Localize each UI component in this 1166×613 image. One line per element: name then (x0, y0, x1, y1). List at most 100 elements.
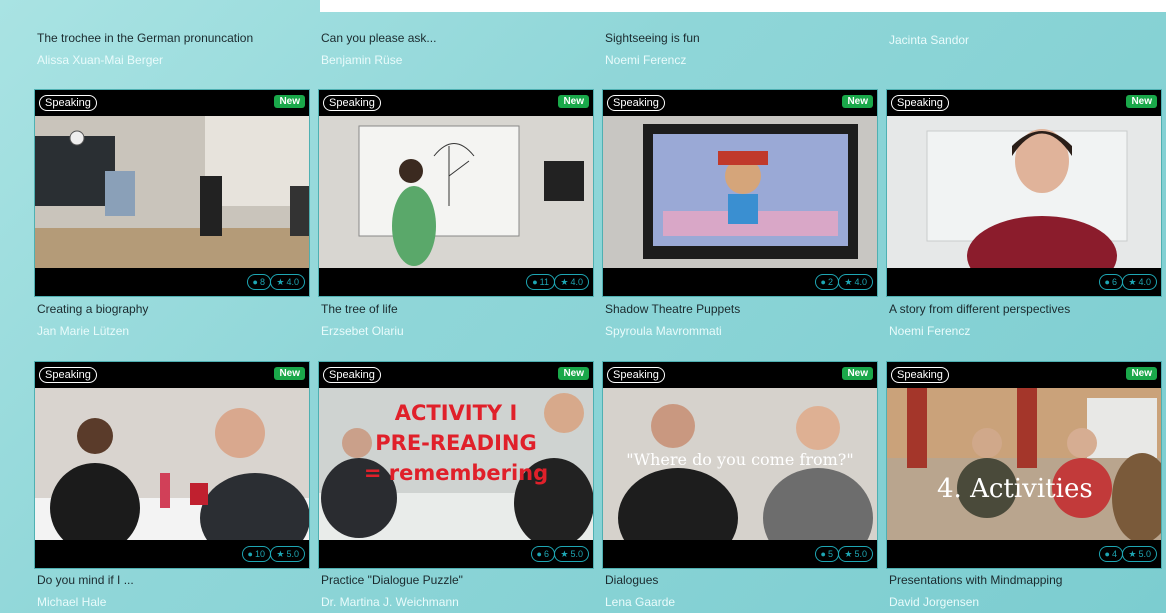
star-icon: ★ (276, 549, 285, 559)
video-author[interactable]: Noemi Ferencz (605, 53, 686, 67)
new-badge: New (842, 95, 873, 108)
comment-icon: ● (1104, 277, 1110, 287)
comment-icon: ● (252, 277, 258, 287)
rating-value: 5.0 (854, 549, 867, 559)
comment-icon: ● (820, 549, 826, 559)
comment-count-value: 2 (827, 277, 833, 287)
new-badge: New (1126, 95, 1157, 108)
video-author[interactable]: Dr. Martina J. Weichmann (321, 595, 459, 609)
rating: ★ 4.0 (838, 274, 873, 290)
new-badge: New (558, 95, 589, 108)
overlay-line: PRE-READING (375, 431, 537, 455)
video-card[interactable]: "Where do you come from?" Speaking New ●… (602, 361, 878, 569)
comment-icon: ● (532, 277, 538, 287)
comment-count-value: 8 (259, 277, 265, 287)
new-badge: New (274, 367, 305, 380)
rating: ★ 4.0 (1122, 274, 1157, 290)
rating: ★ 4.0 (270, 274, 305, 290)
video-card[interactable]: Speaking New ● 6 ★ 4.0 (886, 89, 1162, 297)
comment-count: ● 6 (1098, 274, 1123, 290)
video-author[interactable]: Michael Hale (37, 595, 106, 609)
video-thumbnail[interactable] (603, 116, 877, 268)
category-tag: Speaking (323, 367, 381, 383)
video-author[interactable]: Jan Marie Lützen (37, 324, 129, 338)
comment-count: ● 8 (246, 274, 271, 290)
video-card[interactable]: Speaking New ● 11 ★ 4.0 (318, 89, 594, 297)
star-icon: ★ (1128, 277, 1137, 287)
video-title[interactable]: Creating a biography (37, 302, 148, 316)
video-card[interactable]: ACTIVITY I PRE-READING = remembering Spe… (318, 361, 594, 569)
thumbnail-overlay: "Where do you come from?" (626, 450, 854, 469)
video-author[interactable]: Erzsebet Olariu (321, 324, 404, 338)
video-author[interactable]: Jacinta Sandor (889, 33, 969, 47)
comment-count: ● 11 (526, 274, 555, 290)
rating: ★ 5.0 (1122, 546, 1157, 562)
comment-icon: ● (1104, 549, 1110, 559)
video-title[interactable]: A story from different perspectives (889, 302, 1070, 316)
star-icon: ★ (844, 277, 853, 287)
video-title[interactable]: Shadow Theatre Puppets (605, 302, 740, 316)
rating-value: 4.0 (570, 277, 583, 287)
rating: ★ 5.0 (554, 546, 589, 562)
comment-count-value: 6 (1111, 277, 1117, 287)
comment-icon: ● (247, 549, 253, 559)
rating-value: 5.0 (286, 549, 299, 559)
comment-count: ● 2 (814, 274, 839, 290)
comment-count-value: 6 (543, 549, 549, 559)
video-title[interactable]: The trochee in the German pronuncation (37, 31, 253, 45)
video-title[interactable]: Presentations with Mindmapping (889, 573, 1062, 587)
comment-count-value: 4 (1111, 549, 1117, 559)
category-tag: Speaking (891, 95, 949, 111)
video-card[interactable]: Speaking New ● 8 ★ 4.0 (34, 89, 310, 297)
comment-count-value: 10 (254, 549, 265, 559)
star-icon: ★ (560, 549, 569, 559)
video-author[interactable]: Benjamin Rüse (321, 53, 402, 67)
video-card[interactable]: Speaking New ● 2 ★ 4.0 (602, 89, 878, 297)
rating-value: 5.0 (1138, 549, 1151, 559)
new-badge: New (558, 367, 589, 380)
video-title[interactable]: Can you please ask... (321, 31, 436, 45)
video-card[interactable]: Speaking New ● 10 ★ 5.0 (34, 361, 310, 569)
star-icon: ★ (560, 277, 569, 287)
rating: ★ 5.0 (838, 546, 873, 562)
video-title[interactable]: The tree of life (321, 302, 398, 316)
video-title[interactable]: Do you mind if I ... (37, 573, 134, 587)
new-badge: New (842, 367, 873, 380)
comment-icon: ● (536, 549, 542, 559)
rating-value: 4.0 (1138, 277, 1151, 287)
comment-count: ● 5 (814, 546, 839, 562)
comment-count: ● 6 (530, 546, 555, 562)
comment-count: ● 10 (241, 546, 271, 562)
comment-count-value: 11 (539, 277, 549, 287)
video-author[interactable]: Noemi Ferencz (889, 324, 970, 338)
video-card[interactable]: 4. Activities Speaking New ● 4 ★ 5.0 (886, 361, 1162, 569)
video-thumbnail[interactable] (887, 116, 1161, 268)
video-author[interactable]: David Jorgensen (889, 595, 979, 609)
new-badge: New (274, 95, 305, 108)
star-icon: ★ (276, 277, 285, 287)
video-thumbnail[interactable] (887, 388, 1161, 540)
video-author[interactable]: Lena Gaarde (605, 595, 675, 609)
video-title[interactable]: Dialogues (605, 573, 658, 587)
video-grid: The trochee in the German pronuncation A… (0, 0, 1166, 613)
category-tag: Speaking (891, 367, 949, 383)
thumbnail-overlay: ACTIVITY I PRE-READING = remembering (319, 398, 593, 488)
rating: ★ 4.0 (554, 274, 589, 290)
video-author[interactable]: Alissa Xuan-Mai Berger (37, 53, 163, 67)
overlay-line: = remembering (363, 461, 549, 485)
video-thumbnail[interactable] (319, 116, 593, 268)
thumbnail-overlay: 4. Activities (937, 474, 1093, 504)
video-thumbnail[interactable] (35, 116, 309, 268)
category-tag: Speaking (323, 95, 381, 111)
video-title[interactable]: Practice "Dialogue Puzzle" (321, 573, 463, 587)
rating-value: 4.0 (286, 277, 299, 287)
category-tag: Speaking (39, 367, 97, 383)
video-title[interactable]: Sightseeing is fun (605, 31, 700, 45)
video-author[interactable]: Spyroula Mavrommati (605, 324, 722, 338)
comment-count-value: 5 (827, 549, 833, 559)
rating-value: 5.0 (570, 549, 583, 559)
overlay-line: ACTIVITY I (394, 401, 518, 425)
comment-count: ● 4 (1098, 546, 1123, 562)
category-tag: Speaking (39, 95, 97, 111)
video-thumbnail[interactable] (35, 388, 309, 540)
